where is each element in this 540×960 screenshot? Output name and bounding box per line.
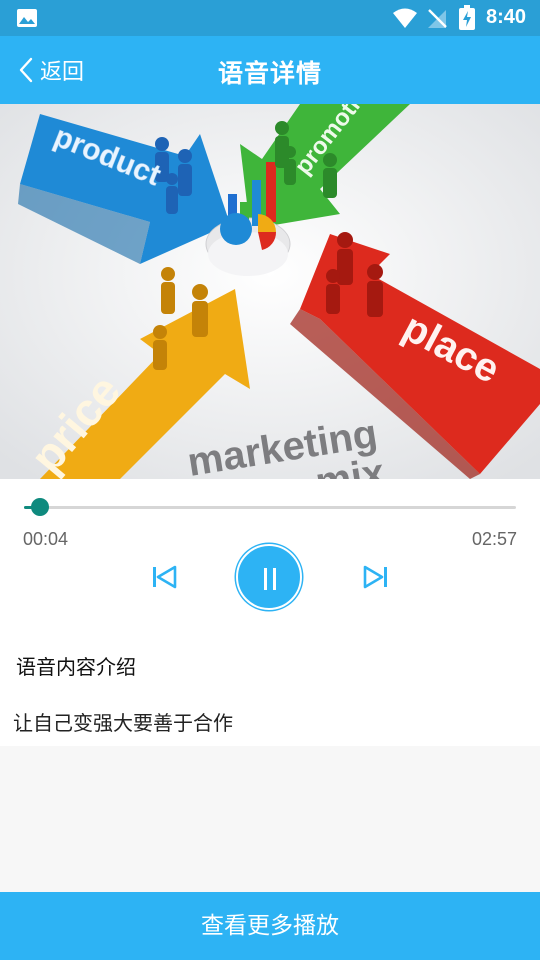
status-time: 8:40: [486, 6, 527, 28]
progress-thumb[interactable]: [31, 498, 49, 516]
battery-charging-icon: [459, 5, 475, 30]
pause-button[interactable]: [236, 544, 302, 610]
wifi-icon: [393, 8, 417, 28]
audio-player: 00:04 02:57: [0, 479, 540, 629]
no-signal-icon: [428, 9, 447, 28]
intro-text: 让自己变强大要善于合作: [13, 711, 233, 735]
pause-icon: [264, 568, 267, 590]
view-more-button[interactable]: 查看更多播放: [0, 892, 540, 960]
intro-heading: 语音内容介绍: [16, 655, 136, 679]
header-bar: 返回 语音详情: [0, 36, 540, 104]
status-bar: 8:40: [0, 0, 540, 36]
skip-previous-icon[interactable]: [150, 563, 178, 591]
intro-section: 语音内容介绍 让自己变强大要善于合作: [0, 629, 540, 746]
total-time: 02:57: [471, 529, 517, 549]
progress-slider[interactable]: [24, 498, 516, 516]
skip-next-icon[interactable]: [362, 563, 390, 591]
cover-image: product promotion place price marketing …: [0, 104, 540, 479]
page-title: 语音详情: [217, 59, 322, 88]
image-icon: [17, 9, 37, 27]
current-time: 00:04: [23, 529, 69, 549]
